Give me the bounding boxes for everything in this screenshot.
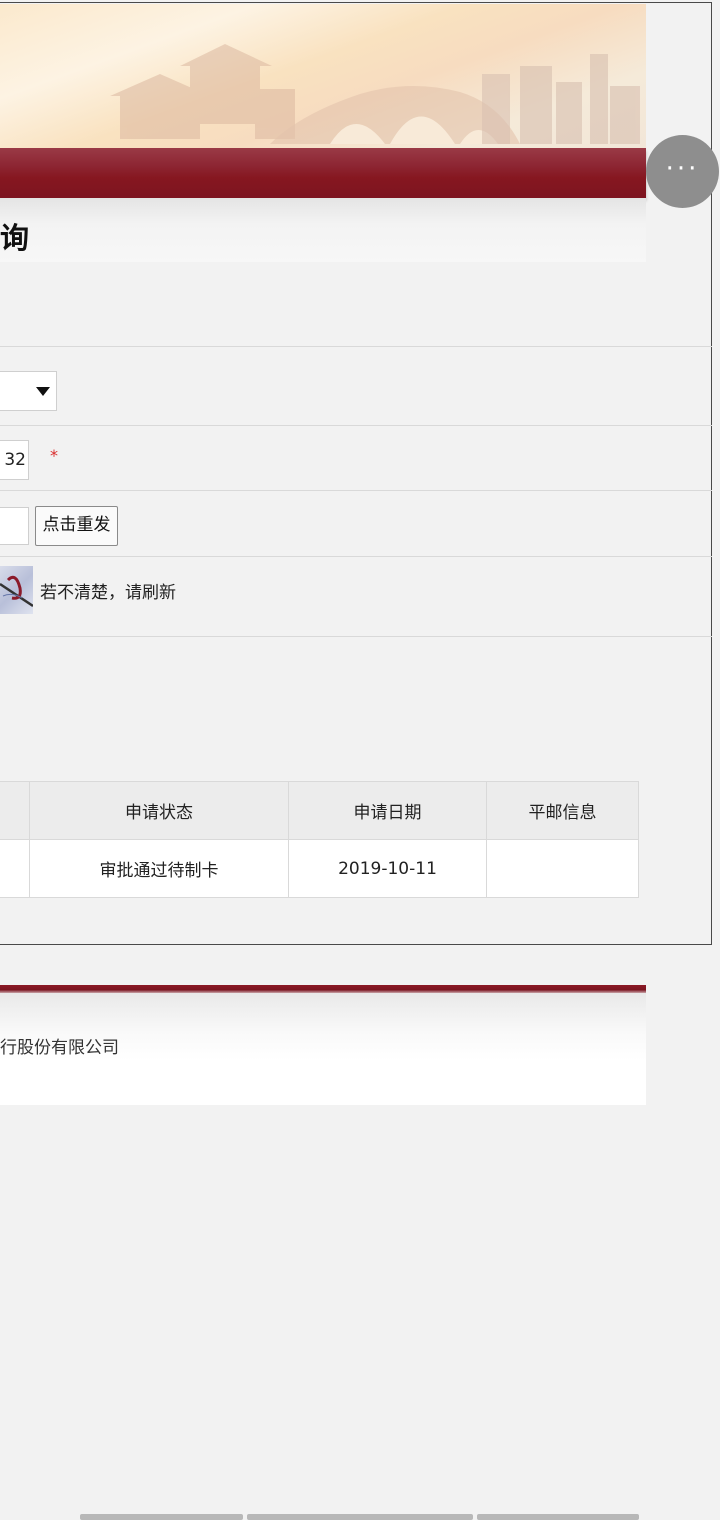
header-banner-image [0, 4, 646, 148]
captcha-refresh-hint[interactable]: 若不清楚，请刷新 [40, 578, 176, 603]
form-divider [0, 490, 712, 491]
table-cell [0, 839, 30, 898]
table-header-cell: 申请日期 [288, 781, 487, 840]
id-number-input[interactable]: 32 [0, 440, 29, 480]
table-header-cell [0, 781, 30, 840]
more-options-button[interactable]: ··· [646, 135, 719, 208]
captcha-image[interactable] [0, 566, 33, 614]
table-row: 审批通过待制卡 2019-10-11 [0, 839, 639, 898]
id-type-select[interactable] [0, 371, 57, 411]
title-band [0, 198, 646, 262]
footer-copyright: 行股份有限公司 [0, 1038, 119, 1058]
page-title: 询 [0, 221, 30, 255]
chevron-down-icon [36, 387, 50, 396]
table-header-cell: 平邮信息 [486, 781, 639, 840]
form-divider [0, 636, 712, 637]
result-table: 申请状态 申请日期 平邮信息 审批通过待制卡 2019-10-11 [0, 781, 639, 898]
table-header-cell: 申请状态 [29, 781, 289, 840]
sms-code-input[interactable] [0, 507, 29, 545]
resend-code-button[interactable]: 点击重发 [35, 506, 118, 546]
form-divider [0, 425, 712, 426]
required-mark: * [50, 446, 58, 465]
table-cell [486, 839, 639, 898]
form-divider [0, 556, 712, 557]
bottom-scroll-indicator [80, 1514, 243, 1520]
table-cell: 审批通过待制卡 [29, 839, 289, 898]
footer-divider [0, 985, 646, 993]
bottom-scroll-indicator [477, 1514, 639, 1520]
table-cell: 2019-10-11 [288, 839, 487, 898]
table-header-row: 申请状态 申请日期 平邮信息 [0, 781, 639, 840]
bottom-scroll-indicator [247, 1514, 473, 1520]
header-nav-bar [0, 148, 646, 198]
form-divider [0, 346, 712, 347]
